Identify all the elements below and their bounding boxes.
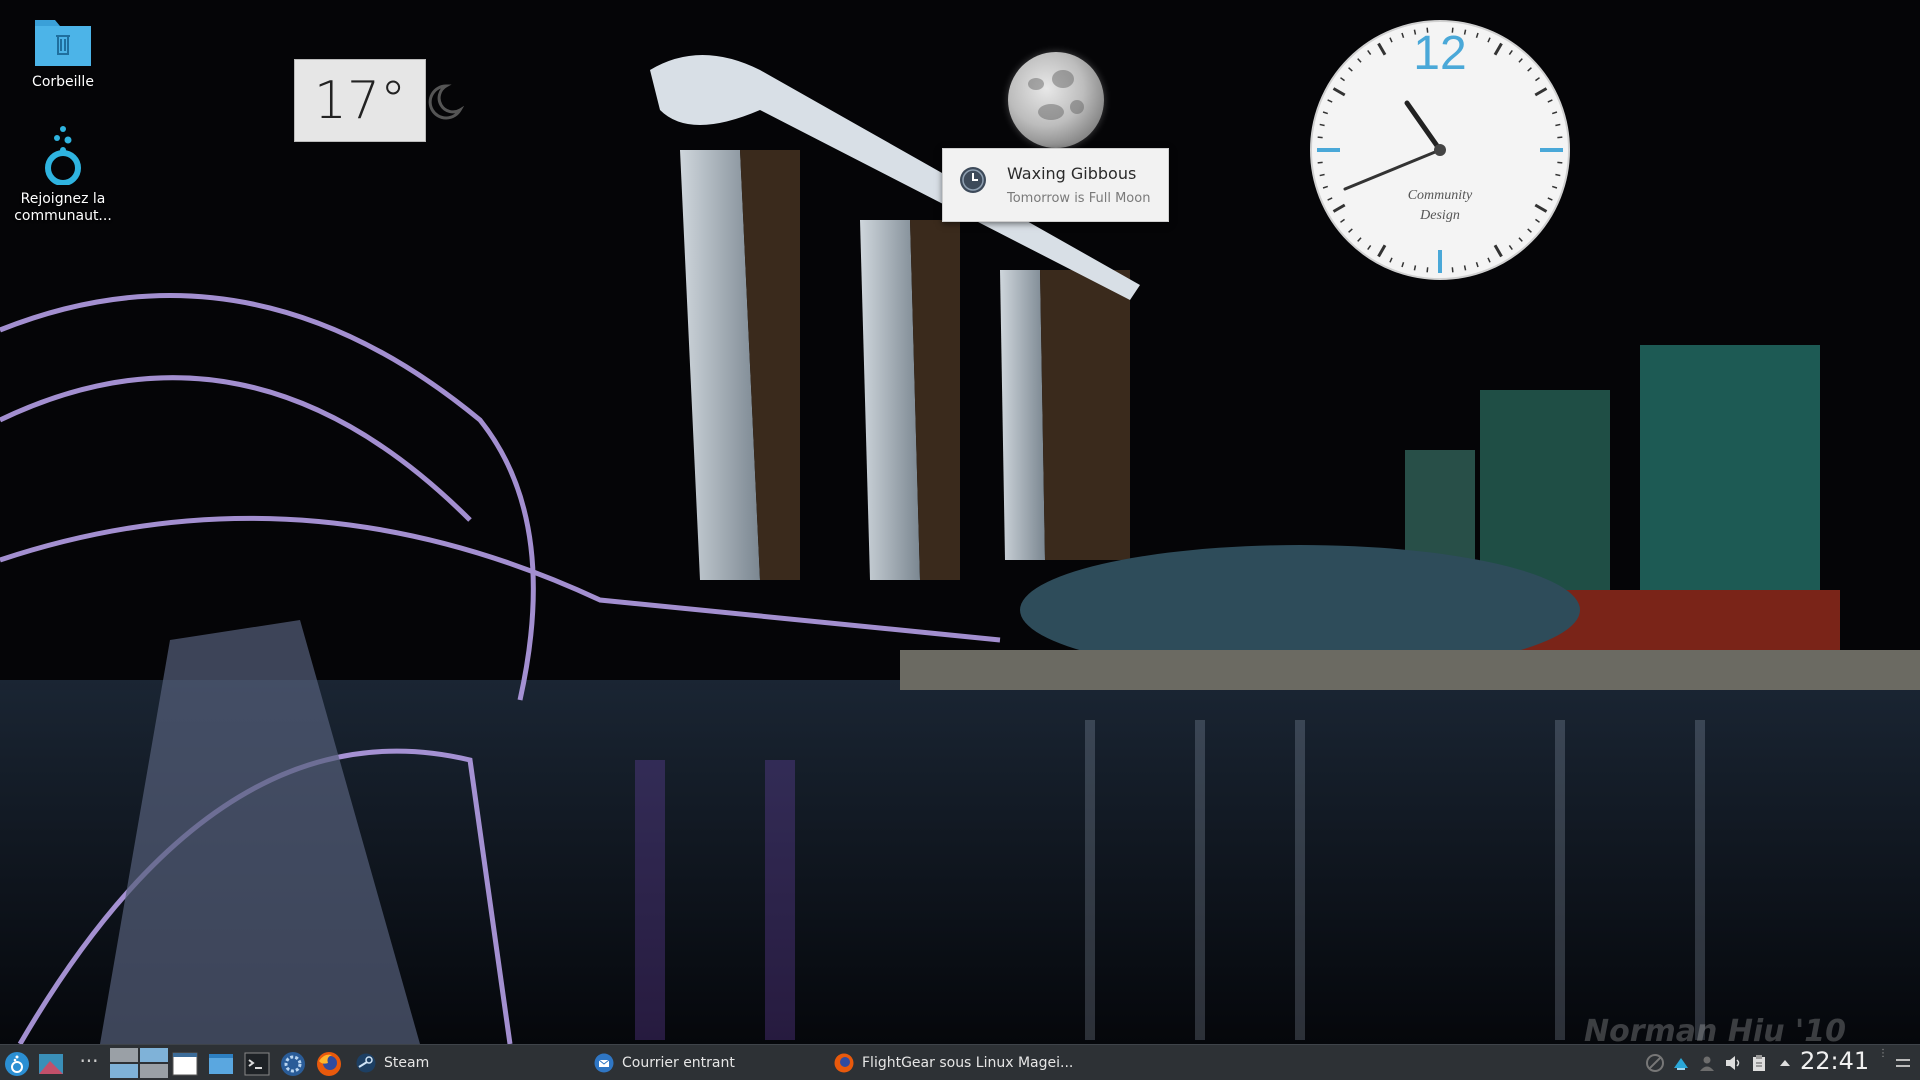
clock-tick	[1319, 173, 1325, 177]
trash-folder-icon	[35, 20, 91, 66]
clock-tick	[1317, 136, 1323, 139]
more-icon[interactable]: ···	[76, 1049, 102, 1075]
steam-icon	[356, 1053, 376, 1072]
network-icon[interactable]	[1646, 1054, 1664, 1072]
file-manager-icon[interactable]	[208, 1051, 234, 1077]
update-icon[interactable]	[1672, 1054, 1690, 1072]
task-steam[interactable]: Steam	[356, 1045, 429, 1080]
task-label: Courrier entrant	[622, 1054, 735, 1071]
expand-arrow-icon[interactable]	[1776, 1054, 1794, 1072]
terminal-icon[interactable]	[244, 1051, 270, 1077]
mageia-menu-icon[interactable]	[4, 1051, 30, 1077]
clock-tick	[1319, 123, 1325, 127]
desktop-icon[interactable]	[38, 1051, 64, 1077]
firefox-icon[interactable]	[316, 1051, 342, 1077]
pager-icon[interactable]	[110, 1048, 168, 1078]
clock-tick	[1317, 161, 1323, 164]
moon-phase-title: Waxing Gibbous	[1007, 164, 1137, 183]
volume-icon[interactable]	[1724, 1054, 1742, 1072]
clock-tick	[1463, 265, 1467, 271]
clipboard-icon[interactable]	[1750, 1054, 1768, 1072]
thunderbird-icon	[594, 1053, 614, 1072]
clock-icon	[960, 167, 986, 193]
clock-tick	[1426, 267, 1429, 273]
moon-phase-tooltip: Waxing Gibbous Tomorrow is Full Moon	[942, 148, 1169, 222]
user-icon[interactable]	[1698, 1054, 1716, 1072]
panel-settings-icon[interactable]	[1894, 1054, 1912, 1072]
clock-tick	[1451, 267, 1454, 273]
mageia-community-icon	[45, 126, 81, 185]
clock-tick	[1555, 123, 1561, 127]
clock-tick	[1413, 265, 1417, 271]
firefox-icon	[834, 1053, 854, 1072]
task-label: FlightGear sous Linux Magei...	[862, 1054, 1074, 1071]
clock-tick	[1555, 173, 1561, 177]
desktop-icon-label: Rejoignez la communaut...	[14, 191, 112, 224]
task-courrier-entrant[interactable]: Courrier entrant	[594, 1045, 735, 1080]
moon-phase-icon[interactable]	[1008, 52, 1104, 148]
clock-tick	[1557, 136, 1563, 139]
desktop-icon-community[interactable]: Rejoignez la communaut...	[8, 125, 118, 225]
task-label: Steam	[384, 1054, 430, 1071]
settings-icon[interactable]	[280, 1051, 306, 1077]
clock-brand-line2: Design	[1419, 208, 1460, 223]
crescent-moon-icon	[428, 84, 464, 120]
panel-grip[interactable]: ⋮	[1878, 1049, 1888, 1076]
analog-clock[interactable]: 12 Community Design	[1309, 19, 1571, 281]
window-icon[interactable]	[172, 1051, 198, 1077]
desktop-icon-corbeille[interactable]: Corbeille	[8, 12, 118, 91]
taskbar-clock[interactable]: 22:41	[1800, 1047, 1869, 1075]
clock-number-12: 12	[1413, 27, 1466, 80]
clock-tick	[1557, 161, 1563, 164]
desktop-icon-label: Corbeille	[32, 74, 94, 90]
task-flightgear[interactable]: FlightGear sous Linux Magei...	[834, 1045, 1073, 1080]
weather-temperature[interactable]: 17°	[294, 59, 426, 142]
clock-brand-line1: Community	[1408, 188, 1473, 203]
taskbar: ··· Steam Courrier entrant FlightGear so…	[0, 1044, 1920, 1080]
moon-phase-subtitle: Tomorrow is Full Moon	[1007, 191, 1151, 206]
